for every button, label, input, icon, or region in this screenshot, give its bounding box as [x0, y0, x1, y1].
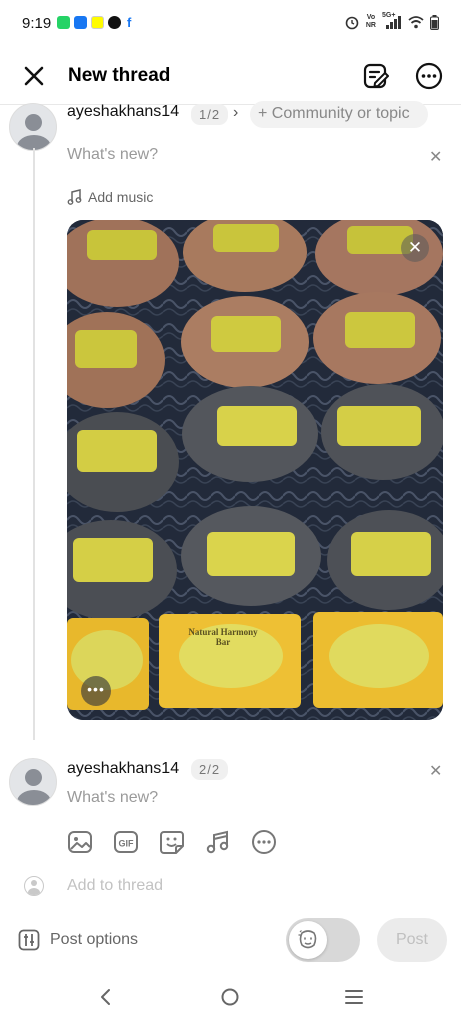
- home-icon[interactable]: [220, 987, 240, 1007]
- signal-group: 5G+: [382, 12, 402, 30]
- remove-photo-button[interactable]: ✕: [401, 234, 429, 262]
- avatar: [9, 758, 57, 806]
- volte-label: Vo NR: [366, 14, 376, 30]
- app-header: New thread: [0, 52, 461, 100]
- facebook-icon: [74, 16, 87, 29]
- avatar-head: [25, 114, 42, 131]
- add-to-thread-button[interactable]: Add to thread: [67, 877, 163, 895]
- more-options-icon: [252, 830, 276, 854]
- sticker-icon: [160, 831, 184, 854]
- soap-label-text: Natural Harmony Bar: [188, 627, 258, 647]
- battery-icon: [430, 14, 439, 30]
- small-avatar: [24, 876, 44, 896]
- avatar-head: [25, 769, 42, 786]
- avatar: [9, 103, 57, 151]
- small-avatar-body: [28, 888, 40, 895]
- image-icon: [68, 831, 92, 853]
- volte-bottom: NR: [365, 22, 376, 29]
- add-music-button[interactable]: Add music: [67, 189, 153, 205]
- ai-label-toggle[interactable]: [286, 918, 360, 962]
- recents-icon[interactable]: [344, 987, 364, 1007]
- toggle-knob: [289, 921, 327, 959]
- close-icon[interactable]: [20, 62, 48, 90]
- face-sparkle-icon: [298, 930, 317, 949]
- attachment-toolbar: GIF: [64, 826, 280, 858]
- sticker-button[interactable]: [156, 826, 188, 858]
- signal-icon: [386, 16, 401, 29]
- sliders-icon: [18, 929, 40, 951]
- username: ayeshakhans14: [67, 103, 180, 120]
- photo-options-button[interactable]: •••: [81, 676, 111, 706]
- more-attachments-button[interactable]: [248, 826, 280, 858]
- system-icons: Vo NR 5G+: [344, 12, 439, 30]
- add-music-label: Add music: [88, 189, 154, 205]
- status-bar: 9:19 f Vo NR 5G+: [0, 0, 461, 46]
- post-text-input[interactable]: What's new?: [67, 789, 158, 807]
- gif-icon: GIF: [114, 831, 138, 853]
- small-avatar-head: [31, 880, 37, 886]
- drafts-icon[interactable]: [361, 61, 391, 91]
- snapchat-icon: [91, 16, 104, 29]
- svg-text:GIF: GIF: [119, 839, 135, 849]
- attached-photo[interactable]: Natural Harmony Bar ✕ •••: [67, 220, 443, 720]
- status-time: 9:19: [22, 15, 52, 32]
- post-options-button[interactable]: Post options: [18, 929, 138, 951]
- back-icon[interactable]: [96, 987, 116, 1007]
- chevron-right-icon: ›: [233, 104, 239, 121]
- page-title: New thread: [68, 65, 171, 86]
- post-counter: 2/2: [191, 759, 229, 780]
- alarm-icon: [345, 16, 359, 30]
- threads-icon: [108, 16, 121, 29]
- music-note-icon: [67, 189, 82, 205]
- thread-connector-line: [33, 148, 35, 740]
- music-note-icon: [206, 830, 229, 854]
- whatsapp-icon: [57, 16, 70, 29]
- system-nav-bar: [0, 975, 461, 1024]
- topic-selector[interactable]: + Community or topic: [250, 101, 428, 128]
- username: ayeshakhans14: [67, 760, 180, 777]
- gif-button[interactable]: GIF: [110, 826, 142, 858]
- post-button[interactable]: Post: [377, 918, 447, 962]
- wifi-icon: [408, 16, 424, 29]
- remove-post-icon[interactable]: ✕: [429, 761, 442, 781]
- post-counter: 1/2: [191, 104, 229, 125]
- remove-post-icon[interactable]: ✕: [429, 147, 442, 167]
- facebook-small-icon: f: [127, 15, 132, 30]
- more-options-icon[interactable]: [414, 61, 444, 91]
- post-text-input[interactable]: What's new?: [67, 146, 158, 164]
- avatar-body: [17, 790, 51, 805]
- gallery-button[interactable]: [64, 826, 96, 858]
- post-options-label: Post options: [50, 931, 139, 948]
- music-button[interactable]: [202, 826, 234, 858]
- volte-top: Vo: [366, 14, 376, 21]
- soap-row-4: [67, 506, 443, 620]
